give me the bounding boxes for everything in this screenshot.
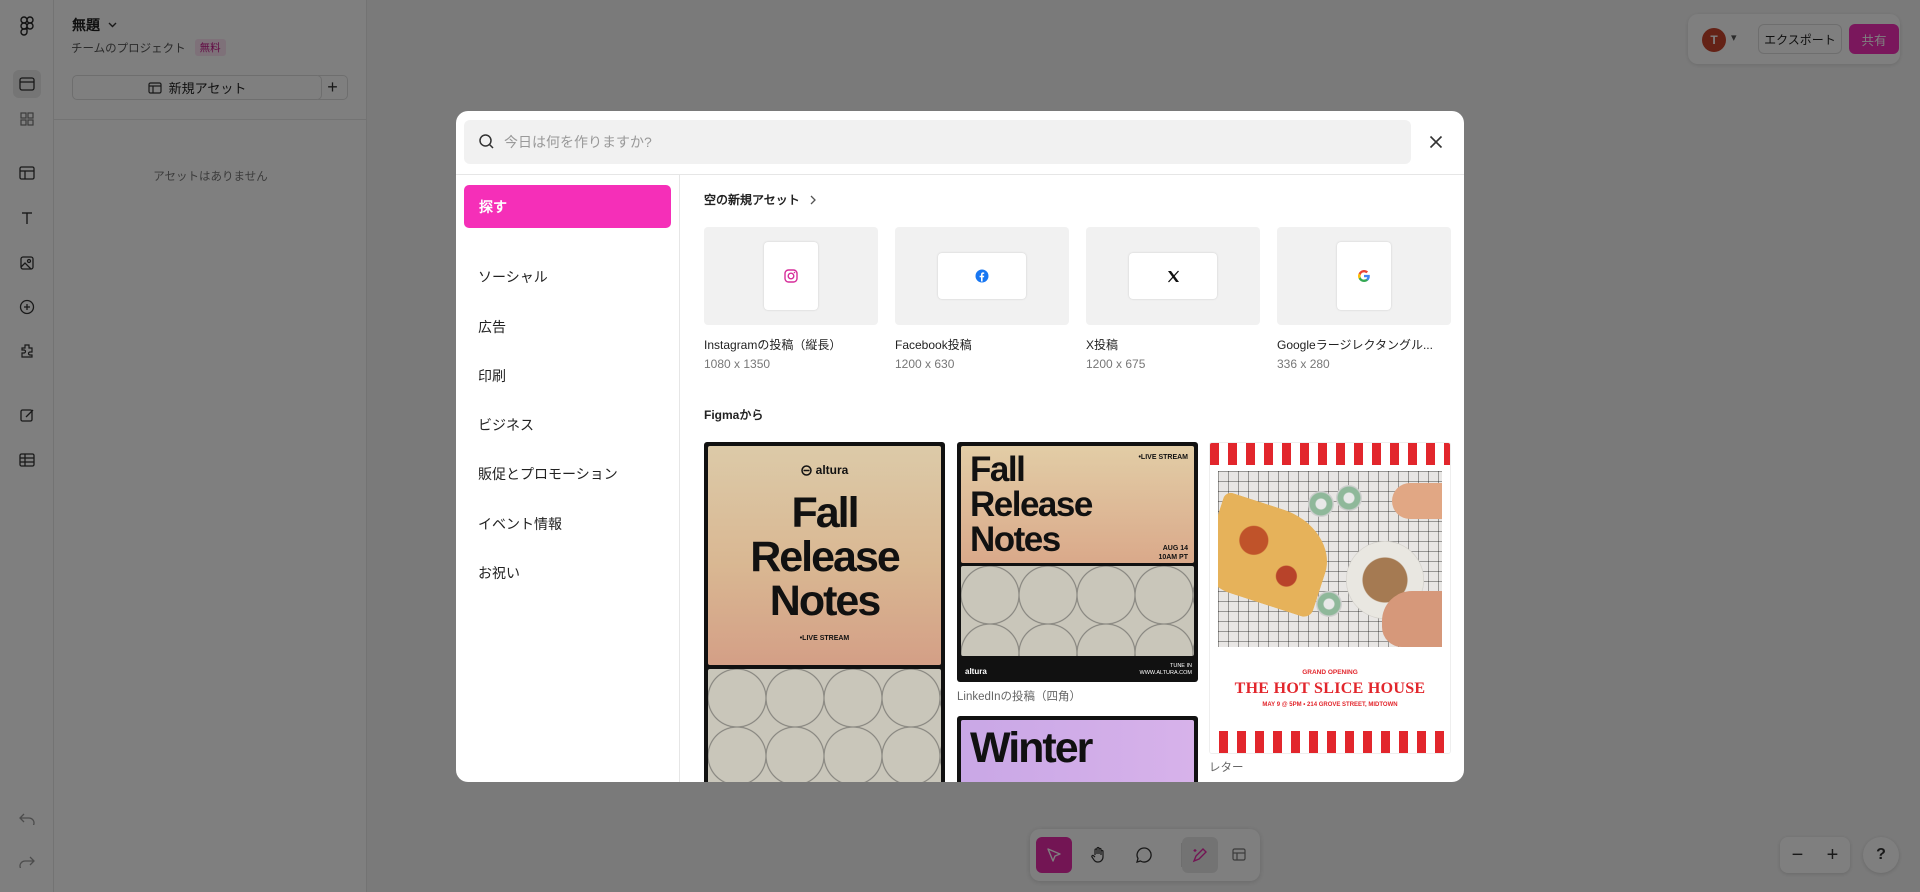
blank-asset-card-google[interactable]: Googleラージレクタングル... 336 x 280 (1277, 227, 1451, 371)
circle-pattern (961, 566, 1194, 656)
dialog-content: 空の新規アセット Instagramの投稿（縦長） 1080 x 1350 Fa… (697, 175, 1464, 782)
checker-border (1210, 731, 1450, 753)
blank-asset-card-facebook[interactable]: Facebook投稿 1200 x 630 (895, 227, 1069, 371)
asset-name: Instagramの投稿（縦長） (704, 338, 842, 352)
template-tag: •LIVE STREAM (1138, 454, 1188, 461)
altura-logo: altura (708, 463, 941, 477)
template-hot-slice-house[interactable]: GRAND OPENING THE HOT SLICE HOUSE MAY 9 … (1209, 442, 1451, 754)
nav-item-print[interactable]: 印刷 (478, 366, 506, 386)
nav-item-explore[interactable]: 探す (464, 185, 671, 228)
template-tag: •LIVE STREAM (799, 635, 850, 642)
asset-size: 1080 x 1350 (704, 357, 771, 371)
template-caption: レター (1209, 762, 1244, 774)
asset-thumbnail (895, 227, 1069, 325)
template-headline: Fall Release Notes (750, 489, 901, 625)
chevron-right-icon (810, 195, 816, 204)
template-fall-release-notes-tall[interactable]: altura Fall Release Notes •LIVE STREAM (704, 442, 945, 782)
facebook-icon (975, 269, 989, 283)
nav-item-events[interactable]: イベント情報 (478, 514, 562, 534)
altura-logo-icon (800, 464, 812, 476)
asset-size: 1200 x 675 (1086, 357, 1146, 371)
blank-assets-heading[interactable]: 空の新規アセット (704, 191, 816, 208)
asset-size: 336 x 280 (1277, 357, 1330, 371)
checker-border (1210, 443, 1450, 465)
nav-item-social[interactable]: ソーシャル (478, 267, 548, 287)
template-date: AUG 14 10AM PT (1158, 545, 1188, 561)
search-input[interactable] (504, 120, 1384, 164)
template-headline: Fall Release Notes (970, 450, 1093, 559)
asset-thumbnail (704, 227, 878, 325)
asset-name: Googleラージレクタングル... (1277, 338, 1433, 352)
close-button[interactable] (1422, 128, 1450, 156)
new-asset-dialog: 探す ソーシャル 広告 印刷 ビジネス 販促とプロモーション イベント情報 お祝… (456, 111, 1464, 782)
nav-item-business[interactable]: ビジネス (478, 415, 534, 435)
circle-pattern (708, 669, 941, 782)
template-linkedin-post[interactable]: Fall Release Notes •LIVE STREAM AUG 14 1… (957, 442, 1198, 682)
category-nav: 探す ソーシャル 広告 印刷 ビジネス 販促とプロモーション イベント情報 お祝… (456, 175, 680, 782)
search-bar (464, 120, 1411, 164)
altura-logo: altura (965, 667, 987, 676)
google-icon (1358, 270, 1370, 282)
template-winter[interactable]: Winter (957, 716, 1198, 782)
close-icon (1429, 135, 1443, 149)
x-icon (1167, 270, 1179, 282)
blank-asset-card-x[interactable]: X投稿 1200 x 675 (1086, 227, 1260, 371)
template-address: MAY 9 @ 5PM • 214 GROVE STREET, MIDTOWN (1262, 702, 1398, 708)
instagram-icon (784, 269, 798, 283)
figma-templates-heading: Figmaから (704, 408, 764, 422)
asset-thumbnail (1277, 227, 1451, 325)
blank-asset-card-instagram[interactable]: Instagramの投稿（縦長） 1080 x 1350 (704, 227, 878, 371)
pizza-photo (1218, 471, 1442, 647)
asset-name: X投稿 (1086, 338, 1119, 352)
asset-name: Facebook投稿 (895, 338, 972, 352)
template-subheading: GRAND OPENING (1302, 669, 1358, 676)
template-caption: LinkedInの投稿（四角） (957, 691, 1081, 703)
asset-size: 1200 x 630 (895, 357, 955, 371)
nav-item-celebration[interactable]: お祝い (478, 563, 520, 583)
template-headline: Winter (970, 724, 1093, 772)
template-headline: THE HOT SLICE HOUSE (1234, 680, 1426, 697)
template-footer: TUNE IN WWW.ALTURA.COM (1139, 663, 1192, 676)
nav-item-ads[interactable]: 広告 (478, 317, 506, 337)
nav-item-promotion[interactable]: 販促とプロモーション (478, 464, 618, 484)
search-icon (479, 134, 494, 149)
asset-thumbnail (1086, 227, 1260, 325)
